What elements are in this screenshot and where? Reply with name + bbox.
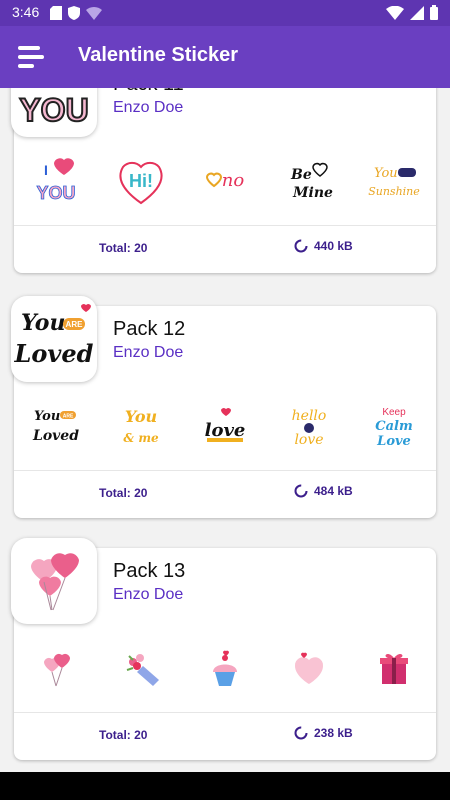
- heart-balloons-sticker[interactable]: [30, 642, 82, 694]
- storage-spinner-icon: [294, 484, 308, 498]
- card-divider: [14, 225, 436, 226]
- sticker-text: Mine: [292, 185, 333, 201]
- pack-name: Pack 13: [113, 560, 186, 582]
- sticker-text: Hi!: [129, 171, 153, 191]
- sticker[interactable]: Hi!: [115, 155, 167, 207]
- storage-spinner-icon: [294, 726, 308, 740]
- app-title: Valentine Sticker: [78, 44, 239, 66]
- sticker-text: Be: [290, 167, 312, 183]
- pack-size-label: 440 kB: [314, 239, 353, 253]
- battery-icon: [430, 5, 438, 20]
- pack-author: Enzo Doe: [113, 344, 184, 361]
- heart-sticker[interactable]: [283, 642, 335, 694]
- pack-thumbnail: [11, 538, 97, 624]
- sticker[interactable]: love: [199, 400, 251, 452]
- sticker-total: Total: 20: [99, 241, 148, 255]
- sticker-text: love: [295, 432, 324, 448]
- pack-author: Enzo Doe: [113, 586, 184, 603]
- sticker-text: Calm: [375, 419, 412, 434]
- sticker-text: ARE: [66, 320, 84, 329]
- pack-thumbnail: You ARE Loved: [11, 296, 97, 382]
- sticker-text: I: [44, 162, 48, 178]
- system-nav-bar: [0, 772, 450, 800]
- pack-size: 484 kB: [294, 484, 353, 498]
- status-time: 3:46: [12, 4, 40, 20]
- sd-card-icon: [50, 6, 62, 20]
- pack-size-label: 484 kB: [314, 484, 353, 498]
- sticker-text: love: [205, 420, 246, 441]
- status-bar: 3:46: [0, 0, 450, 26]
- gift-box-sticker[interactable]: [368, 642, 420, 694]
- card-divider: [14, 470, 436, 471]
- sticker[interactable]: hello love: [283, 400, 335, 452]
- sticker-text: YOU: [19, 92, 88, 128]
- sticker-text: & me: [123, 431, 159, 445]
- sticker[interactable]: no: [199, 155, 251, 207]
- pack-thumbnail: YOU: [11, 88, 97, 137]
- app-bar: Valentine Sticker: [0, 26, 450, 88]
- pack-card[interactable]: You ARE Loved Pack 12 Enzo Doe You ARE L…: [11, 296, 436, 518]
- pack-name: Pack 12: [113, 318, 186, 340]
- sticker-text: YOU: [37, 183, 76, 203]
- sticker-text: You: [374, 166, 398, 181]
- sticker-row: [14, 636, 436, 700]
- storage-spinner-icon: [294, 239, 308, 253]
- pack-size: 238 kB: [294, 726, 353, 740]
- sticker[interactable]: Keep Calm Love: [368, 400, 420, 452]
- sticker-text: Love: [376, 434, 411, 449]
- flower-bouquet-sticker[interactable]: [115, 642, 167, 694]
- pack-size: 440 kB: [294, 239, 353, 253]
- pack-author: Enzo Doe: [113, 99, 184, 116]
- shield-icon: [68, 6, 80, 20]
- cupcake-sticker[interactable]: [199, 642, 251, 694]
- sticker-text: no: [222, 170, 245, 191]
- sticker-text: You: [21, 310, 65, 336]
- sticker-row: You ARE Loved You & me love hello love K…: [14, 394, 436, 458]
- pack-list[interactable]: YOU Pack 11 Enzo Doe I YOU Hi!: [0, 88, 450, 772]
- pack-size-label: 238 kB: [314, 726, 353, 740]
- sticker-text: You: [34, 409, 60, 424]
- sticker[interactable]: You & me: [115, 400, 167, 452]
- sticker-text: Sunshine: [368, 185, 420, 198]
- sticker-text: Loved: [32, 428, 79, 444]
- wifi-icon: [386, 5, 404, 20]
- sticker-text: Loved: [14, 339, 94, 368]
- pack-card[interactable]: YOU Pack 11 Enzo Doe I YOU Hi!: [11, 88, 436, 273]
- sticker-text: hello: [292, 408, 327, 424]
- sticker[interactable]: I YOU: [30, 155, 82, 207]
- sticker-text: Keep: [382, 407, 406, 418]
- sticker-text: You: [124, 407, 156, 426]
- sticker[interactable]: You Sunshine: [368, 155, 420, 207]
- sticker[interactable]: You ARE Loved: [30, 400, 82, 452]
- signal-icon: [410, 5, 424, 20]
- wifi-question-icon: [86, 7, 102, 20]
- pack-card[interactable]: Pack 13 Enzo Doe Total: 20 238 kB: [11, 538, 436, 760]
- menu-icon[interactable]: [18, 46, 44, 68]
- sticker[interactable]: Be Mine: [283, 155, 335, 207]
- sticker-row: I YOU Hi! no Be Mine You Sunshine: [14, 149, 436, 213]
- sticker-total: Total: 20: [99, 728, 148, 742]
- sticker-text: ARE: [63, 414, 74, 420]
- pack-name: Pack 11: [113, 88, 184, 96]
- card-divider: [14, 712, 436, 713]
- sticker-total: Total: 20: [99, 486, 148, 500]
